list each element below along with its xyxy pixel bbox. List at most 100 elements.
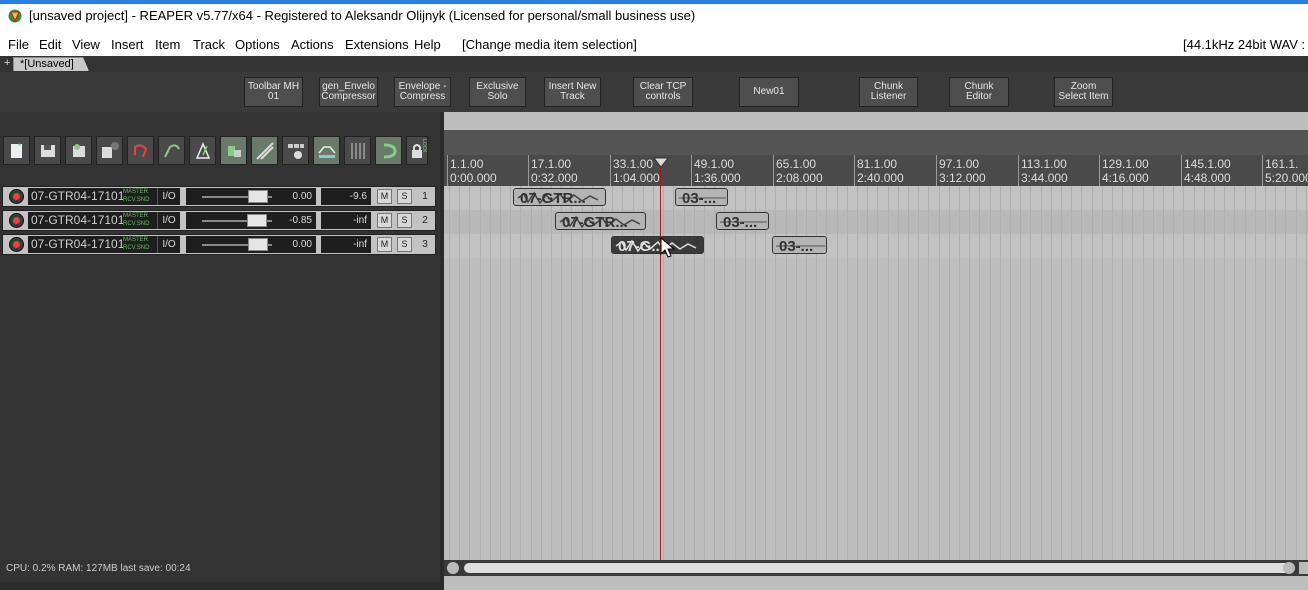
- grid-snap-icon[interactable]: [220, 136, 247, 165]
- ripple-edit-icon[interactable]: [251, 136, 278, 165]
- media-item[interactable]: 07-GTR...: [513, 188, 606, 206]
- volume-fader[interactable]: -0.85: [186, 212, 316, 229]
- project-settings-icon[interactable]: [65, 136, 92, 165]
- track-row-1[interactable]: 07-GTR04-17101 MASTER RCV.SND I/O 0.00 -9…: [2, 186, 436, 207]
- grid-line: [459, 186, 460, 560]
- grid-lines-icon[interactable]: [344, 136, 371, 165]
- new-project-icon[interactable]: *: [3, 136, 30, 165]
- pan-control[interactable]: -inf: [321, 236, 371, 253]
- track-name[interactable]: 07-GTR04-17101: [28, 188, 123, 205]
- grid-line: [602, 186, 603, 560]
- routing-button[interactable]: MASTER RCV.SND: [123, 212, 157, 229]
- volume-fader-knob[interactable]: [247, 238, 268, 251]
- grid-line: [847, 186, 848, 560]
- horizontal-scrollbar[interactable]: [444, 560, 1308, 576]
- menu-extensions[interactable]: Extensions: [345, 37, 409, 52]
- solo-button[interactable]: S: [397, 189, 412, 204]
- ruler-region-lane[interactable]: [444, 130, 1308, 155]
- toolbar-mh-01-button[interactable]: Toolbar MH 01: [244, 77, 303, 107]
- volume-fader[interactable]: 0.00: [186, 188, 316, 205]
- new-tab-button[interactable]: +: [4, 57, 10, 69]
- menu-view[interactable]: View: [72, 37, 100, 52]
- menu-options[interactable]: Options: [235, 37, 280, 52]
- undo-history-icon[interactable]: [96, 136, 123, 165]
- menu-change-media-selection[interactable]: [Change media item selection]: [462, 37, 637, 52]
- io-button[interactable]: I/O: [157, 188, 180, 205]
- edit-cursor[interactable]: [660, 160, 661, 560]
- undo-icon[interactable]: [127, 136, 154, 165]
- grid-line: [908, 186, 909, 560]
- envelope-points-icon[interactable]: [313, 136, 340, 165]
- scrollbar-thumb[interactable]: [464, 563, 1294, 573]
- menu-insert[interactable]: Insert: [111, 37, 144, 52]
- volume-fader[interactable]: 0.00: [186, 236, 316, 253]
- track-name[interactable]: 07-GTR04-17101: [28, 212, 123, 229]
- menu-item[interactable]: Item: [155, 37, 180, 52]
- menu-edit[interactable]: Edit: [39, 37, 61, 52]
- record-arm-button[interactable]: [9, 237, 24, 252]
- mute-button[interactable]: M: [377, 213, 392, 228]
- mute-button[interactable]: M: [377, 189, 392, 204]
- routing-button[interactable]: MASTER RCV.SND: [123, 236, 157, 253]
- new01-button[interactable]: New01: [739, 77, 799, 107]
- timeline-ruler[interactable]: 1.1.00 0:00.000 17.1.00 0:32.000 33.1.00…: [444, 155, 1308, 186]
- record-arm-button[interactable]: [9, 213, 24, 228]
- project-tab[interactable]: *[Unsaved]: [13, 57, 89, 71]
- track-row-3[interactable]: 07-GTR04-17101 MASTER RCV.SND I/O 0.00 -i…: [2, 234, 436, 255]
- mouse-pointer-icon: [660, 237, 676, 258]
- redo-icon[interactable]: [158, 136, 185, 165]
- zoom-in-icon[interactable]: [1299, 562, 1308, 574]
- metronome-icon[interactable]: [189, 136, 216, 165]
- item-grouping-icon[interactable]: [282, 136, 309, 165]
- edit-cursor-marker-icon[interactable]: [653, 157, 669, 169]
- envelope-compress-button[interactable]: Envelope - Compress: [394, 77, 451, 107]
- chunk-editor-button[interactable]: Chunk Editor: [949, 77, 1009, 107]
- solo-button[interactable]: S: [397, 237, 412, 252]
- volume-fader-knob[interactable]: [246, 214, 267, 227]
- menu-bar: File Edit View Insert Item Track Options…: [0, 34, 1308, 56]
- pan-control[interactable]: -9.6: [321, 188, 371, 205]
- track-number: 2: [422, 215, 428, 226]
- menu-help[interactable]: Help: [414, 37, 441, 52]
- scroll-right-icon[interactable]: [1283, 562, 1295, 574]
- scroll-left-icon[interactable]: [447, 562, 459, 574]
- grid-line: [510, 186, 511, 560]
- insert-new-track-button[interactable]: Insert New Track: [544, 77, 601, 107]
- save-project-icon[interactable]: [34, 136, 61, 165]
- chunk-listener-button[interactable]: Chunk Listener: [859, 77, 918, 107]
- zoom-select-item-button[interactable]: Zoom Select Item: [1054, 77, 1113, 107]
- grid-line: [1204, 186, 1205, 560]
- track-lane-3[interactable]: [444, 234, 1308, 258]
- grid-line: [755, 186, 756, 560]
- menu-actions[interactable]: Actions: [291, 37, 334, 52]
- auto-crossfade-icon[interactable]: [375, 136, 402, 165]
- routing-button[interactable]: MASTER RCV.SND: [123, 188, 157, 205]
- grid-line: [765, 186, 766, 560]
- media-item[interactable]: 03-...: [675, 188, 728, 206]
- gen-envelope-compressor-button[interactable]: gen_Envelo Compressor: [319, 77, 378, 107]
- grid-line: [1122, 186, 1123, 560]
- ruler-time-label: 0:32.000: [531, 171, 578, 185]
- track-row-2[interactable]: 07-GTR04-17101 MASTER RCV.SND I/O -0.85 -…: [2, 210, 436, 231]
- volume-fader-knob[interactable]: [247, 190, 268, 203]
- media-item[interactable]: 03-...: [772, 236, 827, 254]
- media-item[interactable]: 07-GTR...: [555, 212, 646, 230]
- ruler-tick: [1099, 155, 1100, 186]
- io-button[interactable]: I/O: [157, 212, 180, 229]
- track-name[interactable]: 07-GTR04-17101: [28, 236, 123, 253]
- lock-icon[interactable]: LOCK: [406, 136, 428, 165]
- io-button[interactable]: I/O: [157, 236, 180, 253]
- record-arm-button[interactable]: [9, 189, 24, 204]
- clear-tcp-controls-button[interactable]: Clear TCP controls: [633, 77, 693, 107]
- media-item[interactable]: 03-...: [716, 212, 769, 230]
- pan-control[interactable]: -inf: [321, 212, 371, 229]
- media-item-selected[interactable]: 07-G...: [611, 236, 704, 254]
- media-item-label: 07-GTR...: [520, 190, 586, 206]
- ruler-tick: [936, 155, 937, 186]
- exclusive-solo-button[interactable]: Exclusive Solo: [469, 77, 526, 107]
- menu-file[interactable]: File: [8, 37, 29, 52]
- mute-button[interactable]: M: [377, 237, 392, 252]
- solo-button[interactable]: S: [397, 213, 412, 228]
- track-lanes[interactable]: [444, 186, 1308, 560]
- menu-track[interactable]: Track: [193, 37, 225, 52]
